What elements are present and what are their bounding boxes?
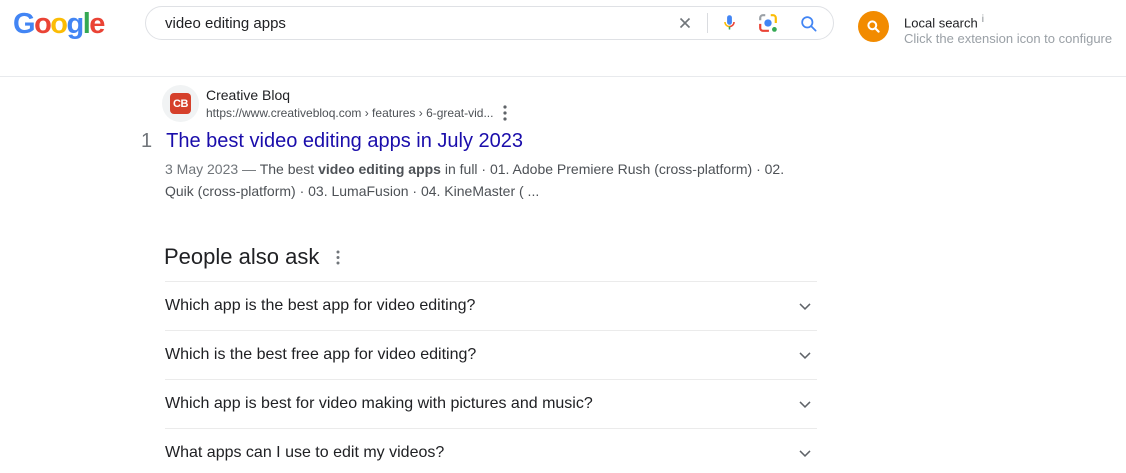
snippet-text: The best <box>259 161 319 177</box>
paa-question-label: Which app is the best app for video edit… <box>165 297 476 314</box>
search-bar-divider <box>707 13 708 33</box>
clear-search-icon[interactable] <box>676 14 694 32</box>
breadcrumb[interactable]: https://www.creativebloq.com › features … <box>206 106 493 120</box>
snippet-bold-text: video editing apps <box>318 161 441 177</box>
result-rank: 1 <box>141 130 153 152</box>
extension-title-label: Local search <box>904 15 978 31</box>
result-source-text: Creative Bloq https://www.creativebloq.c… <box>206 85 508 122</box>
result-title-row: 1 The best video editing apps in July 20… <box>141 128 523 154</box>
logo-letter: o <box>34 8 52 40</box>
result-url-row: https://www.creativebloq.com › features … <box>206 105 508 121</box>
paa-question-row[interactable]: What apps can I use to edit my videos? <box>165 428 817 473</box>
google-logo[interactable]: Google <box>13 8 105 41</box>
paa-heading: People also ask <box>164 244 320 269</box>
chevron-down-icon[interactable] <box>795 443 815 463</box>
paa-menu-icon[interactable] <box>336 250 340 265</box>
google-serp-page: Google video editing apps Local search i… <box>0 0 1126 473</box>
extension-title: Local search i <box>904 12 1112 30</box>
paa-question-row[interactable]: Which is the best free app for video edi… <box>165 330 817 379</box>
extension-text: Local search i Click the extension icon t… <box>904 11 1112 47</box>
extension-subtitle: Click the extension icon to configure <box>904 31 1113 47</box>
chevron-down-icon[interactable] <box>795 345 815 365</box>
search-icon[interactable] <box>799 14 818 33</box>
search-header: Google video editing apps Local search i… <box>0 0 1126 77</box>
result-snippet: 3 May 2023 — The best video editing apps… <box>165 158 793 202</box>
search-bar-icons <box>676 12 833 34</box>
paa-list: Which app is the best app for video edit… <box>165 281 817 473</box>
search-input[interactable] <box>146 7 676 39</box>
result-menu-icon[interactable] <box>503 105 508 121</box>
site-favicon[interactable]: CB <box>162 85 199 122</box>
voice-search-mic-icon[interactable] <box>721 12 738 34</box>
site-favicon-letters: CB <box>170 93 191 114</box>
paa-question-row[interactable]: Which app is best for video making with … <box>165 379 817 428</box>
site-name[interactable]: Creative Bloq <box>206 87 507 103</box>
logo-letter: G <box>13 8 36 40</box>
logo-letter: g <box>66 8 85 40</box>
logo-letter: o <box>50 8 68 40</box>
people-also-ask-header: People also ask <box>164 244 340 270</box>
info-icon[interactable]: i <box>982 14 984 25</box>
result-title-link[interactable]: The best video editing apps in July 2023 <box>166 128 523 154</box>
chevron-down-icon[interactable] <box>795 296 815 316</box>
local-search-extension-icon[interactable] <box>858 11 889 42</box>
logo-letter: e <box>89 8 105 40</box>
snippet-date: 3 May 2023 — <box>165 161 260 177</box>
paa-question-label: Which app is best for video making with … <box>165 395 593 412</box>
paa-question-label: Which is the best free app for video edi… <box>165 346 477 363</box>
paa-question-row[interactable]: Which app is the best app for video edit… <box>165 281 817 330</box>
chevron-down-icon[interactable] <box>795 394 815 414</box>
paa-question-label: What apps can I use to edit my videos? <box>165 444 445 461</box>
extension-panel: Local search i Click the extension icon t… <box>858 11 1112 47</box>
google-lens-icon[interactable] <box>757 12 779 34</box>
search-bar[interactable] <box>145 6 834 40</box>
result-source-row: CB Creative Bloq https://www.creativeblo… <box>162 85 508 122</box>
